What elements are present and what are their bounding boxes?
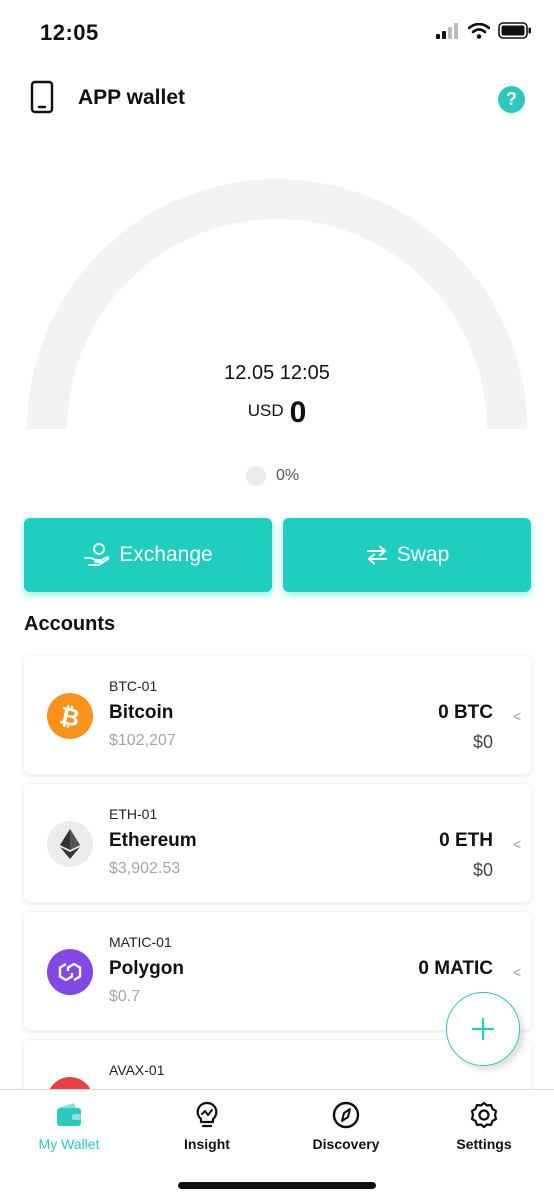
svg-text:₿: ₿ [58, 701, 82, 731]
status-icons [436, 22, 532, 39]
gear-icon [470, 1101, 498, 1129]
swap-label: Swap [396, 543, 450, 566]
account-name: Bitcoin [109, 702, 174, 723]
account-card-eth[interactable]: ETH-01 Ethereum $3,902.53 0 ETH $0 < [24, 784, 531, 902]
nav-settings[interactable]: Settings [415, 1100, 553, 1152]
phone-device-icon[interactable] [30, 80, 54, 119]
cellular-signal-icon [436, 22, 458, 39]
wallet-icon [57, 1103, 81, 1126]
wifi-icon [468, 22, 490, 39]
app-header: APP wallet ? [0, 74, 554, 122]
account-id: AVAX-01 [109, 1062, 165, 1078]
battery-icon [498, 22, 531, 39]
account-name: Ethereum [109, 830, 197, 851]
account-price: $0.7 [109, 988, 141, 1005]
nav-my-wallet[interactable]: My Wallet [0, 1100, 138, 1152]
help-icon[interactable]: ? [498, 86, 525, 113]
status-bar: 12:05 [0, 0, 554, 66]
swap-arrows-icon [366, 545, 387, 565]
chevron-left-icon: < [512, 836, 521, 852]
account-fiat: $0 [472, 860, 493, 880]
account-id: ETH-01 [109, 806, 158, 822]
home-indicator [178, 1182, 376, 1189]
wallet-title: APP wallet [78, 86, 185, 109]
balance-currency: USD [247, 401, 284, 420]
ethereum-icon [47, 821, 93, 867]
account-fiat: $0 [472, 732, 493, 752]
nav-label: Discovery [312, 1136, 380, 1152]
exchange-label: Exchange [119, 543, 213, 566]
account-card-btc[interactable]: ₿ BTC-01 Bitcoin $102,207 0 BTC $0 < [24, 656, 531, 774]
account-balance: 0 MATIC [418, 958, 493, 979]
nav-label: Insight [184, 1136, 230, 1152]
balance-amount: USD 0 [0, 396, 554, 430]
percent-text: 0% [276, 467, 300, 484]
account-id: BTC-01 [109, 678, 158, 694]
account-name: Polygon [109, 958, 184, 979]
balance-percent: 0% [246, 466, 299, 486]
compass-icon [332, 1101, 360, 1129]
swap-button[interactable]: Swap [283, 518, 531, 592]
gauge-track [27, 179, 527, 430]
account-price: $3,902.53 [109, 860, 181, 877]
nav-label: Settings [456, 1136, 512, 1152]
account-id: MATIC-01 [109, 934, 172, 950]
nav-discovery[interactable]: Discovery [277, 1100, 415, 1152]
balance-value: 0 [289, 396, 307, 429]
exchange-hand-icon [84, 543, 110, 566]
account-balance: 0 BTC [438, 702, 493, 723]
chevron-left-icon: < [512, 708, 521, 724]
exchange-button[interactable]: Exchange [24, 518, 272, 592]
bitcoin-icon: ₿ [47, 693, 93, 739]
plus-icon [471, 1017, 495, 1041]
nav-label: My Wallet [38, 1136, 100, 1152]
status-time: 12:05 [40, 20, 99, 45]
add-account-button[interactable] [446, 992, 520, 1066]
percent-dot [246, 466, 266, 486]
chevron-left-icon: < [512, 964, 521, 980]
polygon-icon [47, 949, 93, 995]
nav-insight[interactable]: Insight [138, 1100, 276, 1152]
account-price: $102,207 [109, 732, 176, 749]
lightbulb-icon [196, 1101, 218, 1128]
balance-datetime: 12.05 12:05 [224, 362, 330, 384]
accounts-heading: Accounts [24, 613, 116, 635]
account-balance: 0 ETH [439, 830, 493, 851]
